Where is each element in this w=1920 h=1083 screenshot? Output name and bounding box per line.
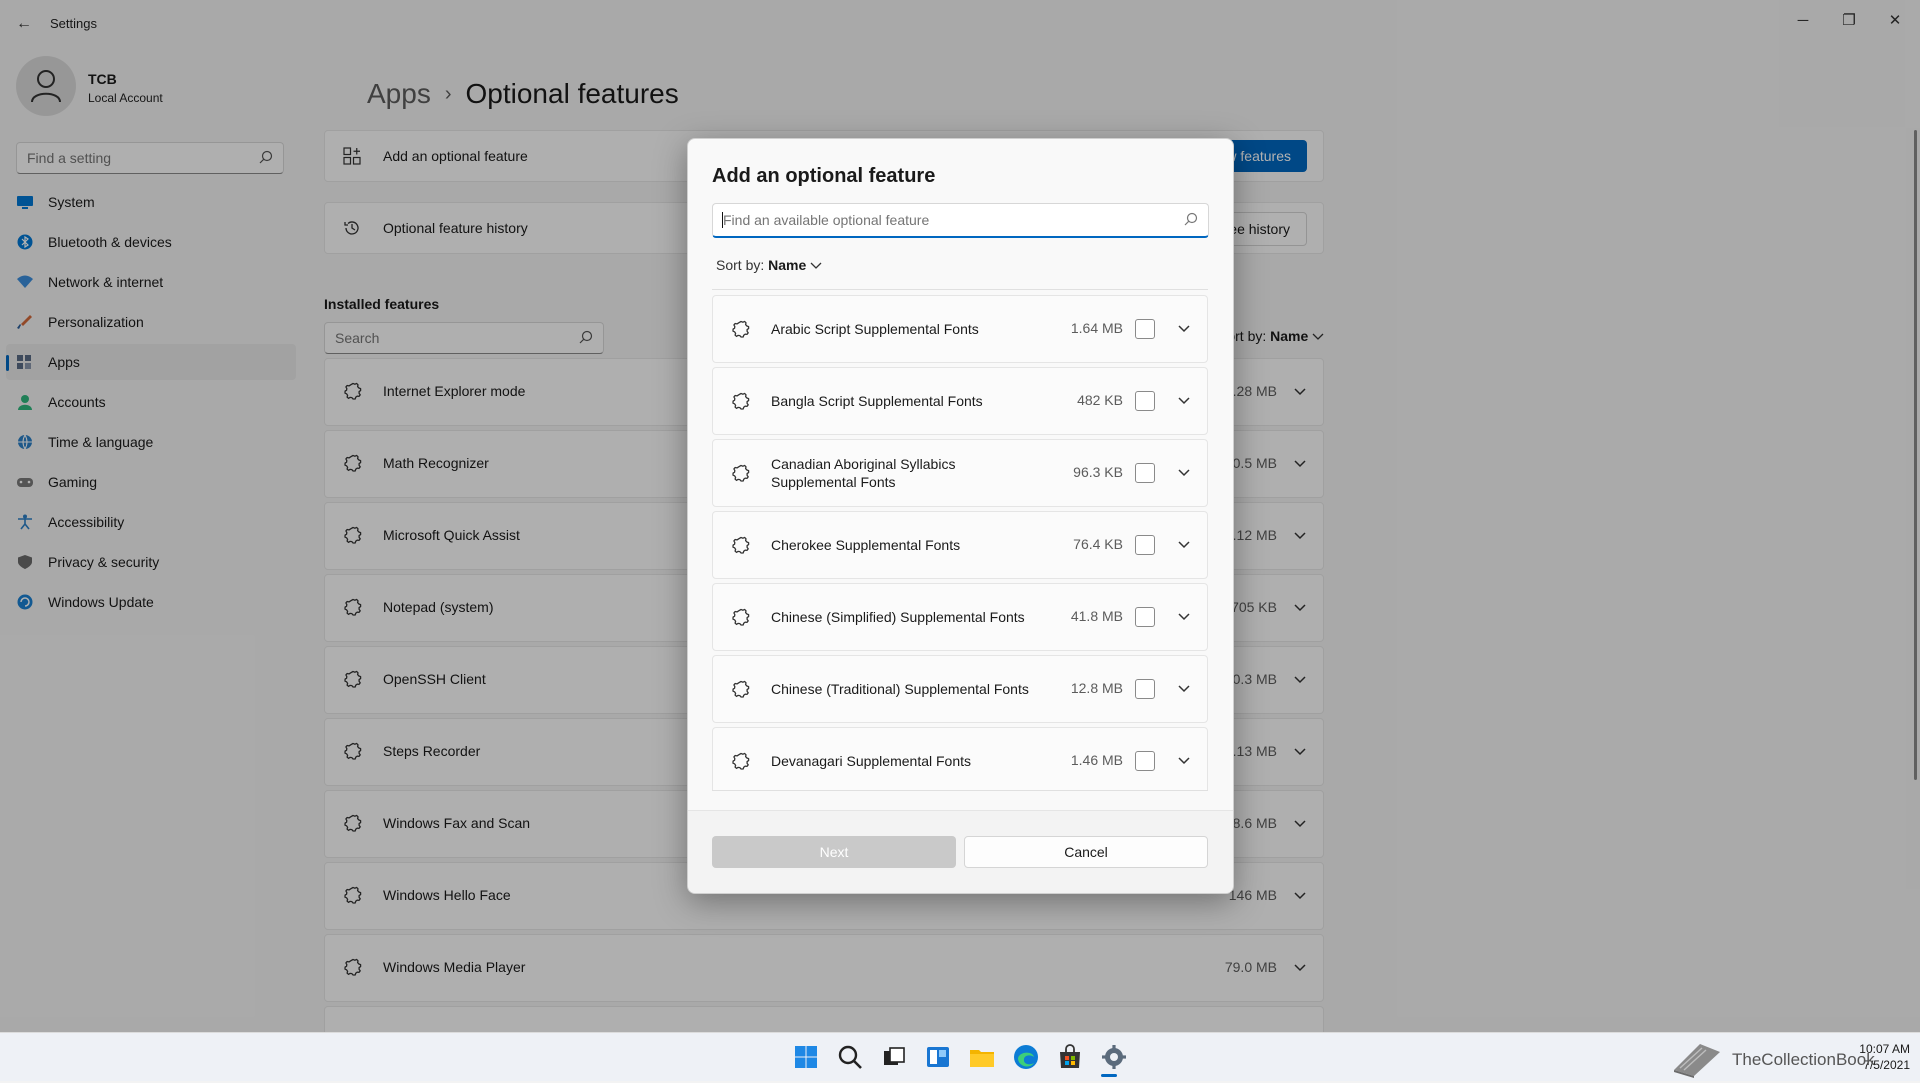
available-feature-row[interactable]: Chinese (Simplified) Supplemental Fonts 4…: [712, 583, 1208, 651]
feature-name: Canadian Aboriginal Syllabics Supplement…: [771, 456, 956, 490]
store-icon[interactable]: [1056, 1043, 1084, 1071]
active-app-indicator: [1101, 1074, 1117, 1077]
watermark: TheCollectionBook: [1670, 1040, 1910, 1078]
dialog-footer: Next Cancel: [688, 810, 1233, 893]
cancel-button[interactable]: Cancel: [964, 836, 1208, 868]
available-feature-row[interactable]: Bangla Script Supplemental Fonts 482 KB: [712, 367, 1208, 435]
chevron-down-icon[interactable]: [1177, 465, 1191, 484]
book-icon: [1674, 1044, 1720, 1078]
widgets-icon[interactable]: [924, 1043, 952, 1071]
task-view-icon[interactable]: [880, 1043, 908, 1071]
feature-name: Chinese (Traditional) Supplemental Fonts: [771, 681, 1029, 697]
edge-icon[interactable]: [1012, 1043, 1040, 1071]
text-cursor: [722, 212, 723, 228]
feature-checkbox[interactable]: [1135, 679, 1155, 699]
feature-size: 1.64 MB: [1070, 320, 1123, 336]
feature-gear-icon: [731, 319, 751, 344]
search-icon: [1184, 212, 1198, 226]
feature-gear-icon: [731, 535, 751, 560]
settings-icon[interactable]: [1100, 1043, 1128, 1071]
feature-size: 12.8 MB: [1070, 680, 1123, 696]
chevron-down-icon: [810, 262, 822, 269]
feature-size: 41.8 MB: [1070, 608, 1123, 624]
dialog-search[interactable]: [712, 203, 1209, 238]
feature-checkbox[interactable]: [1135, 463, 1155, 483]
search-icon[interactable]: [836, 1043, 864, 1071]
feature-gear-icon: [731, 607, 751, 632]
feature-name: Devanagari Supplemental Fonts: [771, 753, 972, 769]
chevron-down-icon[interactable]: [1177, 537, 1191, 556]
chevron-down-icon[interactable]: [1177, 321, 1191, 340]
feature-size: 482 KB: [1077, 392, 1123, 408]
chevron-down-icon[interactable]: [1177, 393, 1191, 412]
feature-checkbox[interactable]: [1135, 391, 1155, 411]
chevron-down-icon[interactable]: [1177, 681, 1191, 700]
feature-gear-icon: [731, 751, 751, 776]
feature-gear-icon: [731, 463, 751, 488]
feature-checkbox[interactable]: [1135, 319, 1155, 339]
file-explorer-icon[interactable]: [968, 1043, 996, 1071]
available-features-list: Arabic Script Supplemental Fonts 1.64 MB …: [712, 289, 1208, 791]
feature-size: 96.3 KB: [1073, 464, 1123, 480]
available-feature-row[interactable]: Arabic Script Supplemental Fonts 1.64 MB: [712, 295, 1208, 363]
dialog-title: Add an optional feature: [712, 165, 936, 187]
sort-prefix: Sort by:: [716, 257, 765, 273]
add-optional-feature-dialog: Add an optional feature Sort by: Name Ar…: [687, 138, 1234, 894]
taskbar: 10:07 AM 7/5/2021: [0, 1032, 1920, 1081]
sort-value: Name: [768, 257, 807, 273]
dialog-sort[interactable]: Sort by: Name: [716, 257, 822, 273]
feature-size: 1.46 MB: [1070, 752, 1123, 768]
feature-gear-icon: [731, 679, 751, 704]
feature-checkbox[interactable]: [1135, 751, 1155, 771]
feature-name: Arabic Script Supplemental Fonts: [771, 321, 979, 337]
feature-name: Chinese (Simplified) Supplemental Fonts: [771, 609, 1025, 625]
feature-checkbox[interactable]: [1135, 535, 1155, 555]
dialog-search-input[interactable]: [713, 204, 1165, 236]
chevron-down-icon[interactable]: [1177, 609, 1191, 628]
available-feature-row[interactable]: Chinese (Traditional) Supplemental Fonts…: [712, 655, 1208, 723]
chevron-down-icon[interactable]: [1177, 753, 1191, 772]
next-button[interactable]: Next: [712, 836, 956, 868]
available-feature-row[interactable]: Cherokee Supplemental Fonts 76.4 KB: [712, 511, 1208, 579]
available-feature-row[interactable]: Canadian Aboriginal Syllabics Supplement…: [712, 439, 1208, 507]
available-feature-row[interactable]: Devanagari Supplemental Fonts 1.46 MB: [712, 727, 1208, 790]
feature-name: Cherokee Supplemental Fonts: [771, 537, 961, 553]
watermark-text: TheCollectionBook: [1732, 1050, 1875, 1069]
feature-name: Bangla Script Supplemental Fonts: [771, 393, 983, 409]
feature-size: 76.4 KB: [1073, 536, 1123, 552]
feature-checkbox[interactable]: [1135, 607, 1155, 627]
feature-gear-icon: [731, 391, 751, 416]
start-icon[interactable]: [792, 1043, 820, 1071]
